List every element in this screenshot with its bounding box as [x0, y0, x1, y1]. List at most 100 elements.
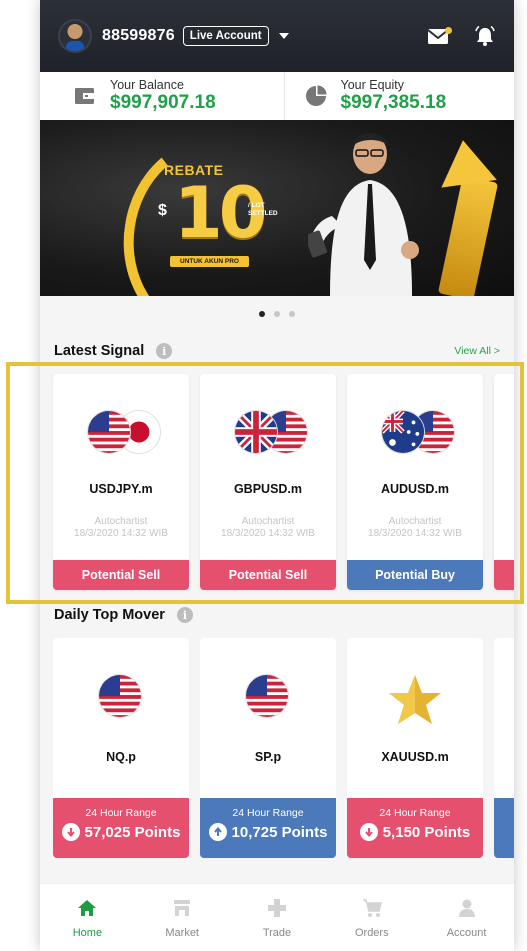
equity-label: Your Equity: [340, 78, 404, 92]
balance-label: Your Balance: [110, 78, 184, 92]
balance-bar: Your Balance $997,907.18 Your Equity $99…: [40, 72, 514, 120]
range-panel: [494, 798, 514, 858]
mover-symbol: NQ.p: [106, 750, 136, 764]
potential-sell-button[interactable]: [494, 560, 514, 590]
user-icon: [458, 899, 475, 917]
tab-label: Orders: [354, 926, 389, 939]
us-flag-icon: [98, 674, 142, 718]
banner-pagination: [40, 296, 514, 332]
account-id[interactable]: 88599876: [102, 27, 175, 45]
mover-symbol: SP.p: [254, 750, 282, 764]
pair-flags: [381, 410, 461, 454]
pair-name: USDJPY.m: [89, 482, 153, 496]
avatar[interactable]: [58, 19, 92, 53]
tab-label: Home: [72, 926, 103, 939]
mover-card[interactable]: NQ.p 24 Hour Range 57,025 Points: [53, 638, 189, 858]
range-value: 10,725 Points: [231, 823, 328, 841]
info-icon[interactable]: i: [176, 607, 193, 623]
potential-buy-button[interactable]: Potential Buy: [347, 560, 483, 590]
tab-market[interactable]: Market: [135, 884, 230, 951]
signal-time: 18/3/2020 14:32 WIB: [368, 528, 462, 539]
pagination-dot[interactable]: [274, 311, 280, 317]
signal-card[interactable]: AUDUSD.m Autochartist 18/3/2020 14:32 WI…: [347, 374, 483, 590]
signal-card-partial[interactable]: [494, 374, 514, 590]
tab-label: Trade: [262, 926, 292, 939]
promo-banner[interactable]: REBATE $ 10 / LOT SETTLED UNTUK AKUN PRO: [40, 120, 514, 296]
us-flag-icon: [87, 410, 131, 454]
potential-sell-button[interactable]: Potential Sell: [53, 560, 189, 590]
range-panel: 24 Hour Range 5,150 Points: [347, 798, 483, 858]
bottom-tab-bar: Home Market Trade Orders Account: [40, 883, 514, 951]
gold-arrow-stem: [437, 175, 499, 296]
chevron-down-icon[interactable]: [278, 33, 289, 39]
pagination-dot[interactable]: [289, 311, 295, 317]
info-icon[interactable]: i: [156, 343, 173, 359]
star-icon: [389, 675, 441, 724]
bell-icon[interactable]: [474, 25, 496, 47]
pair-name: AUDUSD.m: [380, 482, 450, 496]
potential-sell-button[interactable]: Potential Sell: [200, 560, 336, 590]
mover-card-partial[interactable]: [494, 638, 514, 858]
tab-orders[interactable]: Orders: [324, 884, 419, 951]
pie-chart-icon: [305, 85, 326, 106]
app-screen: 88599876 Live Account Your Balance $997,…: [40, 0, 514, 951]
arrow-down-icon: [61, 823, 80, 841]
wallet-icon: [75, 88, 94, 104]
range-label: 24 Hour Range: [85, 807, 157, 819]
range-label: 24 Hour Range: [232, 807, 304, 819]
uk-flag-icon: [234, 410, 278, 454]
banner-note: UNTUK AKUN PRO: [170, 256, 249, 267]
arrow-down-icon: [359, 823, 378, 841]
signal-source: Autochartist 18/3/2020 14:32 WIB: [200, 516, 336, 540]
equity-block: Your Equity $997,385.18: [283, 72, 515, 120]
banner-model-image: [308, 133, 419, 296]
mover-card[interactable]: XAUUSD.m 24 Hour Range 5,150 Points: [347, 638, 483, 858]
section-title: Latest Signal: [54, 343, 145, 359]
arrow-up-icon: [208, 823, 227, 841]
range-value: 57,025 Points: [84, 823, 181, 841]
tab-trade[interactable]: Trade: [230, 884, 325, 951]
range-label: 24 Hour Range: [379, 807, 451, 819]
signal-list: USDJPY.m Autochartist 18/3/2020 14:32 WI…: [40, 370, 514, 590]
cart-icon: [362, 898, 382, 917]
pair-flags: [234, 410, 314, 454]
top-mover-header: Daily Top Mover i: [40, 596, 514, 634]
account-type-badge[interactable]: Live Account: [182, 26, 269, 46]
signal-time: 18/3/2020 14:32 WIB: [74, 528, 168, 539]
balance-block: Your Balance $997,907.18: [40, 72, 284, 120]
australia-flag-icon: [381, 410, 425, 454]
range-panel: 24 Hour Range 57,025 Points: [53, 798, 189, 858]
gold-arrow-head: [435, 136, 497, 188]
range-value-row: 5,150 Points: [347, 823, 483, 841]
mail-icon[interactable]: [428, 27, 452, 45]
tab-label: Market: [165, 926, 199, 939]
market-icon: [174, 899, 191, 916]
equity-value: $997,385.18: [340, 92, 447, 113]
plus-icon: [267, 898, 286, 917]
latest-signal-header: Latest Signal i View All >: [40, 332, 514, 370]
source-name: Autochartist: [388, 516, 442, 527]
signal-time: 18/3/2020 14:32 WIB: [221, 528, 315, 539]
signal-source: Autochartist 18/3/2020 14:32 WIB: [53, 516, 189, 540]
view-all-link[interactable]: View All >: [454, 345, 500, 357]
mover-symbol: XAUUSD.m: [381, 750, 449, 764]
source-name: Autochartist: [94, 516, 148, 527]
balance-value: $997,907.18: [110, 92, 216, 113]
signal-card[interactable]: USDJPY.m Autochartist 18/3/2020 14:32 WI…: [53, 374, 189, 590]
home-icon: [78, 899, 97, 916]
tab-home[interactable]: Home: [40, 884, 135, 951]
pagination-dot[interactable]: [259, 311, 265, 317]
mover-card[interactable]: SP.p 24 Hour Range 10,725 Points: [200, 638, 336, 858]
signal-source: Autochartist 18/3/2020 14:32 WIB: [347, 516, 483, 540]
us-flag-icon: [245, 674, 289, 718]
banner-per-lot: / LOT SETTLED: [248, 202, 278, 217]
signal-card[interactable]: GBPUSD.m Autochartist 18/3/2020 14:32 WI…: [200, 374, 336, 590]
range-value-row: 10,725 Points: [200, 823, 336, 841]
source-name: Autochartist: [241, 516, 295, 527]
range-value-row: 57,025 Points: [53, 823, 189, 841]
banner-currency: $: [158, 202, 167, 219]
pair-flags: [87, 410, 167, 454]
tab-label: Account: [446, 926, 487, 939]
section-title: Daily Top Mover: [54, 607, 165, 623]
tab-account[interactable]: Account: [419, 884, 514, 951]
